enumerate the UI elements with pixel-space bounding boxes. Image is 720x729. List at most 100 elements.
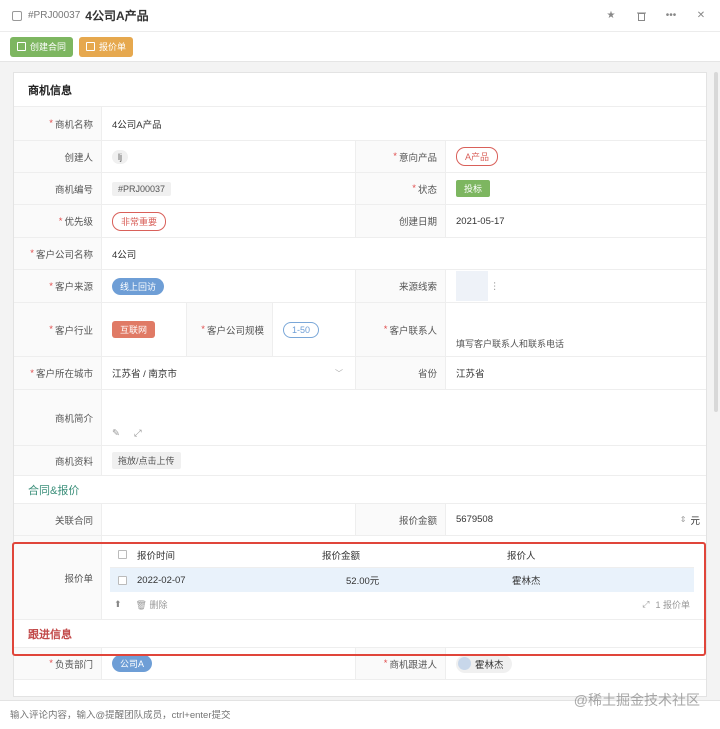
expand-icon[interactable]: ⤢ <box>134 428 142 439</box>
comment-input[interactable] <box>10 709 510 721</box>
col-time: 报价时间 <box>137 550 176 562</box>
deal-card: 商机信息 * 商机名称 4公司A产品 创建人 lj * 意向产品 A产品 商机编号 … <box>13 72 707 697</box>
company-size-label: 客户公司规模 <box>206 325 264 337</box>
avatar <box>458 657 471 670</box>
row-amount: 52.00元 <box>346 576 380 587</box>
chevron-down-icon: ﹀ <box>335 368 343 378</box>
project-icon <box>12 10 22 21</box>
trash-icon[interactable] <box>634 9 648 23</box>
deal-name-label: 商机名称 <box>54 119 93 131</box>
row-checkbox[interactable] <box>118 575 127 585</box>
quote-button[interactable]: 报价单 <box>79 36 134 57</box>
quote-table-header: 报价时间 报价金额 报价人 <box>110 542 694 568</box>
section-follow: 跟进信息 <box>14 620 706 648</box>
row-industry: * 客户行业 互联网 * 客户公司规模 1-50 * 客户联系人 填写客户联系人和联系… <box>14 303 706 357</box>
upload-dropzone[interactable]: 拖放/点击上传 <box>112 452 181 469</box>
amount-label: 报价金额 <box>356 504 446 535</box>
row-deal-no: 商机编号 #PRJ00037 * 状态 投标 <box>14 173 706 205</box>
lead-source-label: 来源线索 <box>356 270 446 302</box>
calendar-icon <box>17 42 26 51</box>
col-amount: 报价金额 <box>322 550 361 562</box>
row-priority: * 优先级 非常重要 创建日期 2021-05-17 <box>14 205 706 238</box>
action-bar: 创建合同 报价单 <box>0 32 720 62</box>
intro-label: 商机简介 <box>14 390 102 445</box>
create-contract-button[interactable]: 创建合同 <box>10 36 74 57</box>
row-intro: 商机简介 ✎ ⤢ <box>14 390 706 446</box>
follower-label: 商机跟进人 <box>389 659 437 671</box>
source-tag[interactable]: 线上回访 <box>112 277 165 295</box>
row-quote: 报价单 报价时间 报价金额 报价人 2022-02-07 52.00元 霍林杰 … <box>14 536 706 620</box>
calendar-icon <box>86 42 96 51</box>
watermark: @稀土掘金技术社区 <box>573 692 700 708</box>
delete-button[interactable]: 🗑 删除 <box>136 598 168 611</box>
amount-input[interactable]: 5679508 <box>456 514 493 525</box>
row-contract: 关联合同 报价金额 5679508 ⇕ 元 <box>14 504 706 536</box>
lead-source-value <box>456 271 488 301</box>
industry-label: 客户行业 <box>54 325 93 337</box>
row-docs: 商机资料 拖放/点击上传 <box>14 446 706 476</box>
upload-icon[interactable]: ⬆ <box>114 599 122 610</box>
quote-count: 1 报价单 <box>655 599 690 610</box>
contact-field[interactable]: 填写客户联系人和联系电话 <box>446 303 706 356</box>
city-value: 江苏省 / 南京市 <box>112 369 177 380</box>
source-label: 客户来源 <box>54 282 93 293</box>
star-icon[interactable]: ★ <box>604 9 618 23</box>
edit-icon[interactable]: ✎ <box>112 428 120 439</box>
row-time: 2022-02-07 <box>137 574 186 586</box>
docs-label: 商机资料 <box>14 446 102 475</box>
follower-chip[interactable]: 霍林杰 <box>456 654 512 673</box>
amount-unit: 元 <box>690 515 700 527</box>
priority-tag[interactable]: 非常重要 <box>112 211 167 231</box>
dept-tag[interactable]: 公司A <box>112 655 153 672</box>
dept-label: 负责部门 <box>54 659 93 671</box>
row-person: 霍林杰 <box>512 576 541 587</box>
stepper-icon[interactable]: ⇕ <box>680 515 687 524</box>
product-label: 意向产品 <box>398 152 437 164</box>
lead-source-field[interactable]: ⋮ <box>446 270 706 302</box>
city-select[interactable]: 江苏省 / 南京市 ﹀ <box>102 357 356 389</box>
quote-table-wrap: 报价时间 报价金额 报价人 2022-02-07 52.00元 霍林杰 ⬆ 🗑 … <box>102 536 706 619</box>
row-creator: 创建人 lj * 意向产品 A产品 <box>14 141 706 173</box>
row-deal-name: * 商机名称 4公司A产品 <box>14 107 706 141</box>
status-badge[interactable]: 投标 <box>456 180 491 197</box>
scrollbar[interactable] <box>714 72 718 412</box>
quote-label: 报价单 <box>99 42 127 52</box>
deal-no-label: 商机编号 <box>14 173 102 204</box>
created-date-label: 创建日期 <box>356 205 446 237</box>
province-value: 江苏省 <box>456 369 485 380</box>
linked-contract-label: 关联合同 <box>14 504 102 535</box>
linked-contract-field[interactable] <box>102 504 356 535</box>
col-person: 报价人 <box>507 550 536 562</box>
deal-name-field[interactable]: 4公司A产品 <box>102 107 706 140</box>
more-icon[interactable]: ••• <box>664 9 678 23</box>
province-label: 省份 <box>356 357 446 389</box>
created-date-value: 2021-05-17 <box>456 215 505 227</box>
product-tag[interactable]: A产品 <box>456 147 499 166</box>
lead-menu-icon[interactable]: ⋮ <box>490 281 500 292</box>
page-title: 4公司A产品 <box>85 9 149 23</box>
close-icon[interactable]: ✕ <box>694 9 708 23</box>
intro-editor[interactable]: ✎ ⤢ <box>102 390 706 445</box>
expand-table-icon[interactable]: ⤢ <box>642 599 649 610</box>
status-label: 状态 <box>417 184 437 196</box>
quote-table-footer: ⬆ 🗑 删除 ⤢ 1 报价单 <box>110 592 694 616</box>
priority-label: 优先级 <box>64 217 93 228</box>
quote-list-label: 报价单 <box>14 536 102 619</box>
section-deal-info: 商机信息 <box>14 73 706 107</box>
company-size-tag[interactable]: 1-50 <box>283 321 320 338</box>
row-source: * 客户来源 线上回访 来源线索 ⋮ <box>14 270 706 303</box>
section-contract: 合同&报价 <box>14 476 706 504</box>
select-all-checkbox[interactable] <box>118 550 127 559</box>
city-label: 客户所在城市 <box>35 369 93 380</box>
deal-no-value: #PRJ00037 <box>112 181 172 196</box>
title-bar: #PRJ00037 4公司A产品 ★ ••• ✕ <box>0 0 720 32</box>
creator-label: 创建人 <box>14 141 102 172</box>
company-label: 客户公司名称 <box>35 249 93 261</box>
table-row[interactable]: 2022-02-07 52.00元 霍林杰 <box>110 568 694 592</box>
project-id: #PRJ00037 <box>28 10 81 21</box>
company-field[interactable]: 4公司 <box>102 238 706 269</box>
row-follow: * 负责部门 公司A * 商机跟进人 霍林杰 <box>14 648 706 680</box>
create-contract-label: 创建合同 <box>30 42 67 52</box>
creator-value[interactable]: lj <box>112 149 128 164</box>
industry-tag[interactable]: 互联网 <box>112 321 156 338</box>
